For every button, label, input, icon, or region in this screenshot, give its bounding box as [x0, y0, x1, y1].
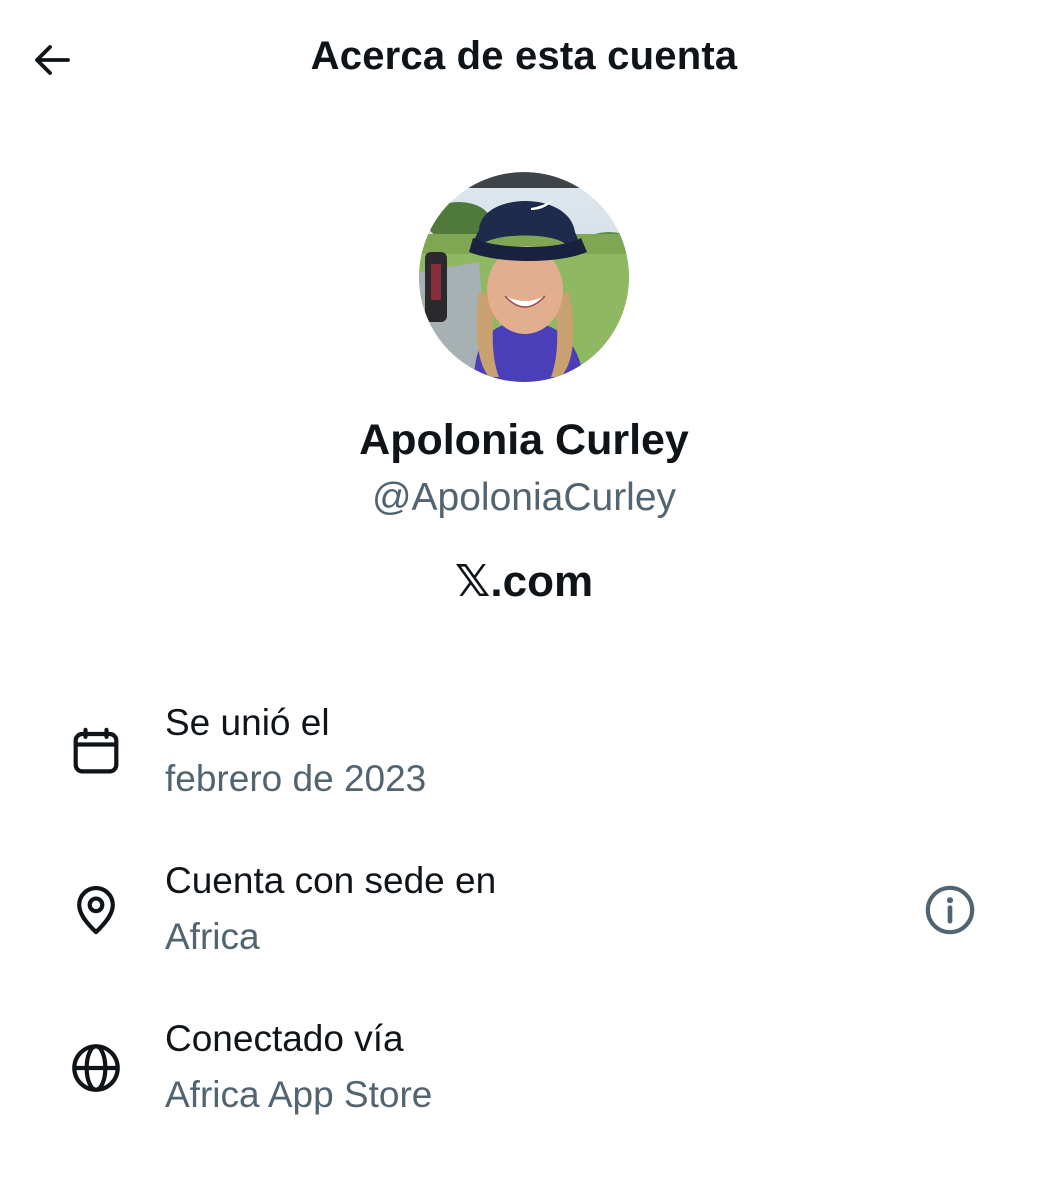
location-pin-icon [66, 880, 126, 940]
connected-via-row: Conectado vía Africa App Store [0, 1016, 1048, 1136]
connected-via-label: Conectado vía [165, 1018, 404, 1059]
brand-label: 𝕏.com [0, 556, 1048, 607]
location-label: Cuenta con sede en [165, 860, 497, 901]
username-handle: @ApoloniaCurley [371, 476, 677, 519]
account-location-row: Cuenta con sede en Africa [0, 858, 1048, 978]
location-value: Africa [165, 916, 260, 957]
page-title: Acerca de esta cuenta [310, 34, 738, 78]
avatar[interactable] [419, 172, 629, 382]
display-name: Apolonia Curley [359, 416, 689, 464]
joined-value: febrero de 2023 [165, 758, 427, 799]
joined-date-row: Se unió el febrero de 2023 [0, 700, 1048, 820]
brand-domain: .com [490, 557, 594, 606]
globe-icon [66, 1038, 126, 1098]
calendar-icon [66, 722, 126, 782]
x-logo: 𝕏 [454, 557, 491, 606]
top-bar: Acerca de esta cuenta [0, 0, 1048, 120]
info-icon [925, 885, 975, 935]
joined-label: Se unió el [165, 702, 330, 743]
connected-via-value: Africa App Store [165, 1074, 433, 1115]
location-info-button[interactable] [920, 880, 980, 940]
